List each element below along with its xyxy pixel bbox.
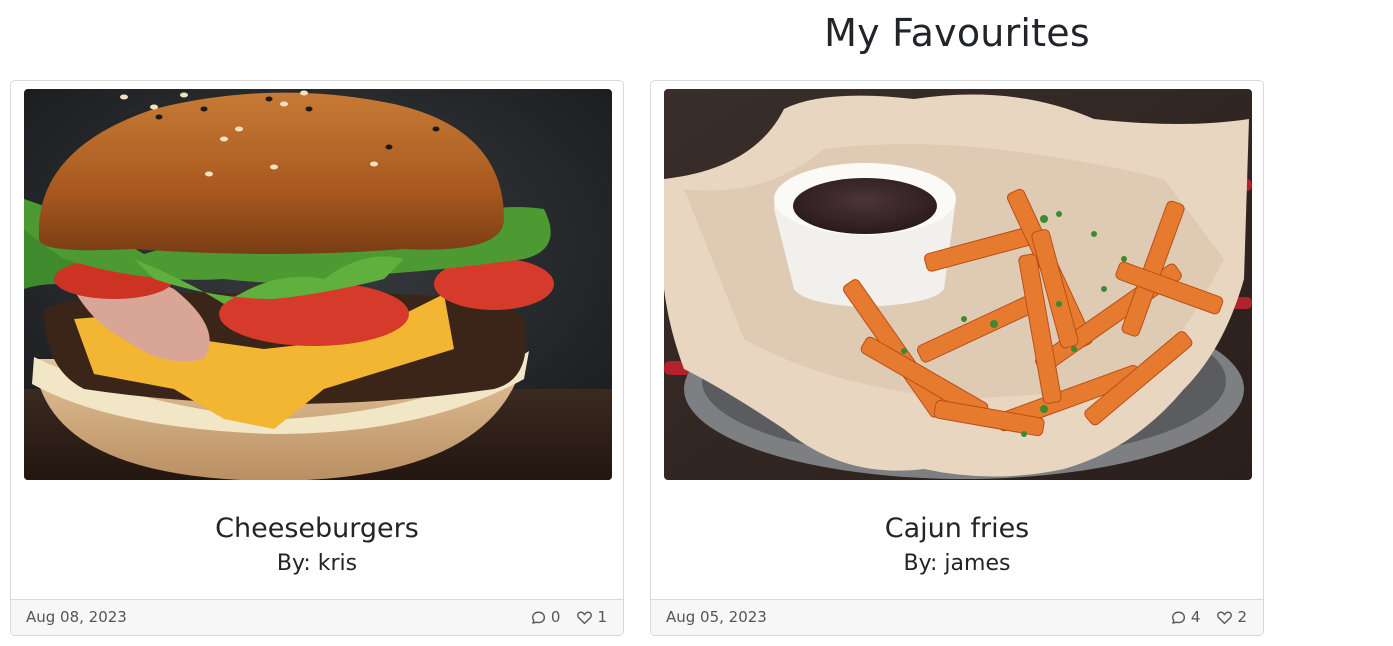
card-footer: Aug 05, 2023 4 2	[651, 599, 1263, 635]
like-count: 2	[1237, 608, 1247, 626]
recipe-author: By: kris	[276, 551, 358, 576]
card-stats: 0 1	[530, 608, 607, 626]
recipe-title[interactable]: Cajun fries	[651, 511, 1263, 547]
recipe-card[interactable]: Cajun fries By: james Aug 05, 2023 4 2	[650, 80, 1264, 636]
recipe-image[interactable]	[24, 89, 612, 480]
card-stats: 4 2	[1170, 608, 1247, 626]
comment-icon	[531, 610, 545, 624]
comment-count: 4	[1190, 608, 1201, 626]
like-count: 1	[597, 608, 607, 626]
recipe-image[interactable]	[664, 89, 1252, 480]
recipe-title[interactable]: Cheeseburgers	[11, 511, 623, 547]
heart-icon[interactable]	[1216, 609, 1233, 626]
recipe-author: By: james	[903, 551, 1011, 576]
recipe-card[interactable]: Cheeseburgers By: kris Aug 08, 2023 0 1	[10, 80, 624, 636]
post-date: Aug 08, 2023	[26, 608, 127, 626]
comment-count: 0	[550, 608, 561, 626]
card-footer: Aug 08, 2023 0 1	[11, 599, 623, 635]
page-title: My Favourites	[824, 11, 1090, 55]
post-date: Aug 05, 2023	[666, 608, 767, 626]
heart-icon[interactable]	[576, 609, 593, 626]
comment-icon	[1171, 610, 1185, 624]
